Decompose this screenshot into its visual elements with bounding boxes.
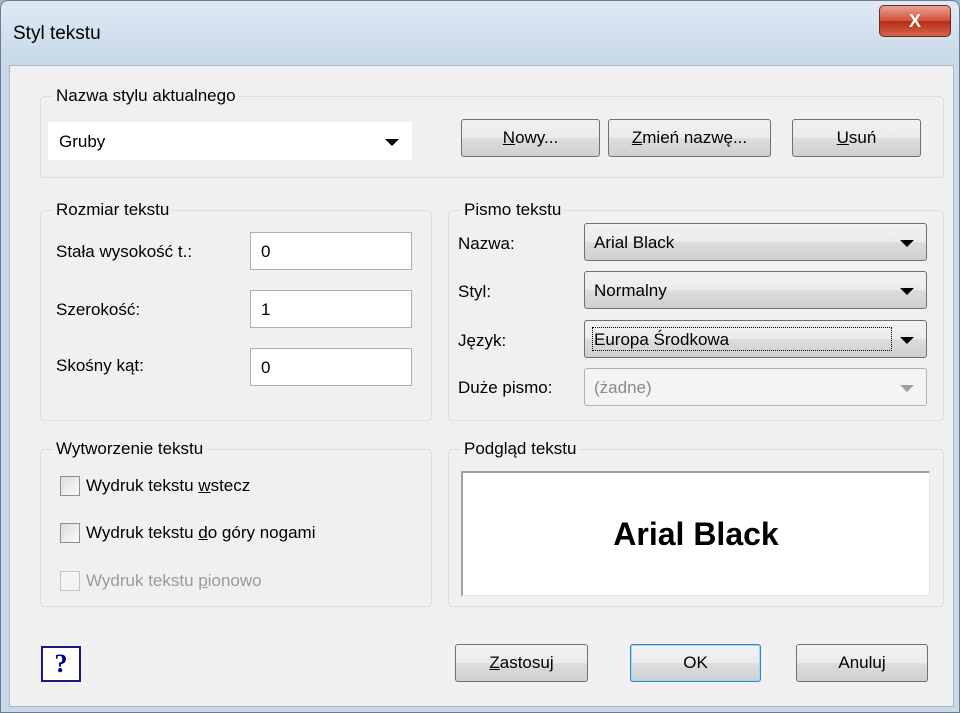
big-font-label: Duże pismo: xyxy=(458,378,553,397)
chevron-down-icon xyxy=(900,288,914,295)
window-title: Styl tekstu xyxy=(13,23,101,44)
backwards-checkbox[interactable] xyxy=(60,476,80,496)
new-style-button[interactable]: Nowy... xyxy=(461,119,600,157)
backwards-checkbox-row[interactable]: Wydruk tekstu wstecz xyxy=(60,476,250,496)
font-style-value: Normalny xyxy=(594,281,667,300)
oblique-angle-input[interactable]: 0 xyxy=(250,348,412,386)
cancel-button[interactable]: Anuluj xyxy=(796,644,928,682)
rename-style-button-label: Zmień nazwę... xyxy=(631,128,748,147)
delete-style-button-label: Usuń xyxy=(836,128,877,147)
width-factor-value: 1 xyxy=(261,300,271,319)
dropdown-arrow-icon xyxy=(385,139,399,146)
apply-button[interactable]: Zastosuj xyxy=(455,644,588,682)
vertical-checkbox-row[interactable]: Wydruk tekstu pionowo xyxy=(60,571,262,591)
vertical-checkbox-label: Wydruk tekstu pionowo xyxy=(86,571,262,590)
new-style-button-label: Nowy... xyxy=(502,128,559,147)
fixed-height-input[interactable]: 0 xyxy=(250,232,412,270)
font-style-label: Styl: xyxy=(458,282,492,301)
big-font-select[interactable]: (żadne) xyxy=(584,368,927,406)
font-name-select[interactable]: Arial Black xyxy=(584,223,927,261)
close-icon: X xyxy=(908,10,921,31)
width-factor-label: Szerokość: xyxy=(56,300,141,319)
chevron-down-icon xyxy=(900,337,914,344)
preview-sample-text: Arial Black xyxy=(613,515,779,552)
title-bar[interactable]: Styl tekstu X xyxy=(1,1,959,65)
help-icon[interactable]: ? xyxy=(41,646,81,682)
apply-button-label: Zastosuj xyxy=(489,653,554,672)
chevron-down-icon xyxy=(900,385,914,392)
chevron-down-icon xyxy=(900,240,914,247)
close-button[interactable]: X xyxy=(879,5,951,37)
oblique-angle-value: 0 xyxy=(261,358,271,377)
upside-down-checkbox-label: Wydruk tekstu do góry nogami xyxy=(86,523,316,542)
current-style-combo[interactable]: Gruby xyxy=(48,122,412,160)
upside-down-checkbox[interactable] xyxy=(60,523,80,543)
upside-down-checkbox-row[interactable]: Wydruk tekstu do góry nogami xyxy=(60,523,315,543)
font-name-label: Nazwa: xyxy=(458,234,515,253)
current-style-value: Gruby xyxy=(59,132,106,151)
text-font-group-label: Pismo tekstu xyxy=(461,199,565,221)
dialog-window: Styl tekstu X Nazwa stylu aktualnego Gru… xyxy=(0,0,960,713)
oblique-angle-label: Skośny kąt: xyxy=(56,356,144,375)
rename-style-button[interactable]: Zmień nazwę... xyxy=(608,119,771,157)
text-size-group-label: Rozmiar tekstu xyxy=(53,199,173,221)
delete-style-button[interactable]: Usuń xyxy=(792,119,921,157)
text-preview-group-label: Podgląd tekstu xyxy=(461,438,580,460)
font-style-select[interactable]: Normalny xyxy=(584,271,927,309)
font-language-value: Europa Środkowa xyxy=(594,330,730,349)
backwards-checkbox-label: Wydruk tekstu wstecz xyxy=(86,476,251,495)
big-font-value: (żadne) xyxy=(594,378,652,397)
font-language-select[interactable]: Europa Środkowa xyxy=(584,320,927,358)
vertical-checkbox[interactable] xyxy=(60,571,80,591)
ok-button-label: OK xyxy=(683,653,708,672)
ok-button[interactable]: OK xyxy=(630,644,761,682)
dialog-client-area: Nazwa stylu aktualnego Gruby Nowy... Zmi… xyxy=(9,65,954,707)
current-style-group-label: Nazwa stylu aktualnego xyxy=(53,85,239,107)
text-preview-box: Arial Black xyxy=(461,471,930,596)
text-generation-group-label: Wytworzenie tekstu xyxy=(53,438,207,460)
fixed-height-label: Stała wysokość t.: xyxy=(56,242,193,261)
font-language-label: Język: xyxy=(458,331,507,350)
new-style-button-rest: owy... xyxy=(515,128,559,147)
width-factor-input[interactable]: 1 xyxy=(250,290,412,328)
cancel-button-label: Anuluj xyxy=(838,653,886,672)
fixed-height-value: 0 xyxy=(261,242,271,261)
font-name-value: Arial Black xyxy=(594,233,675,252)
